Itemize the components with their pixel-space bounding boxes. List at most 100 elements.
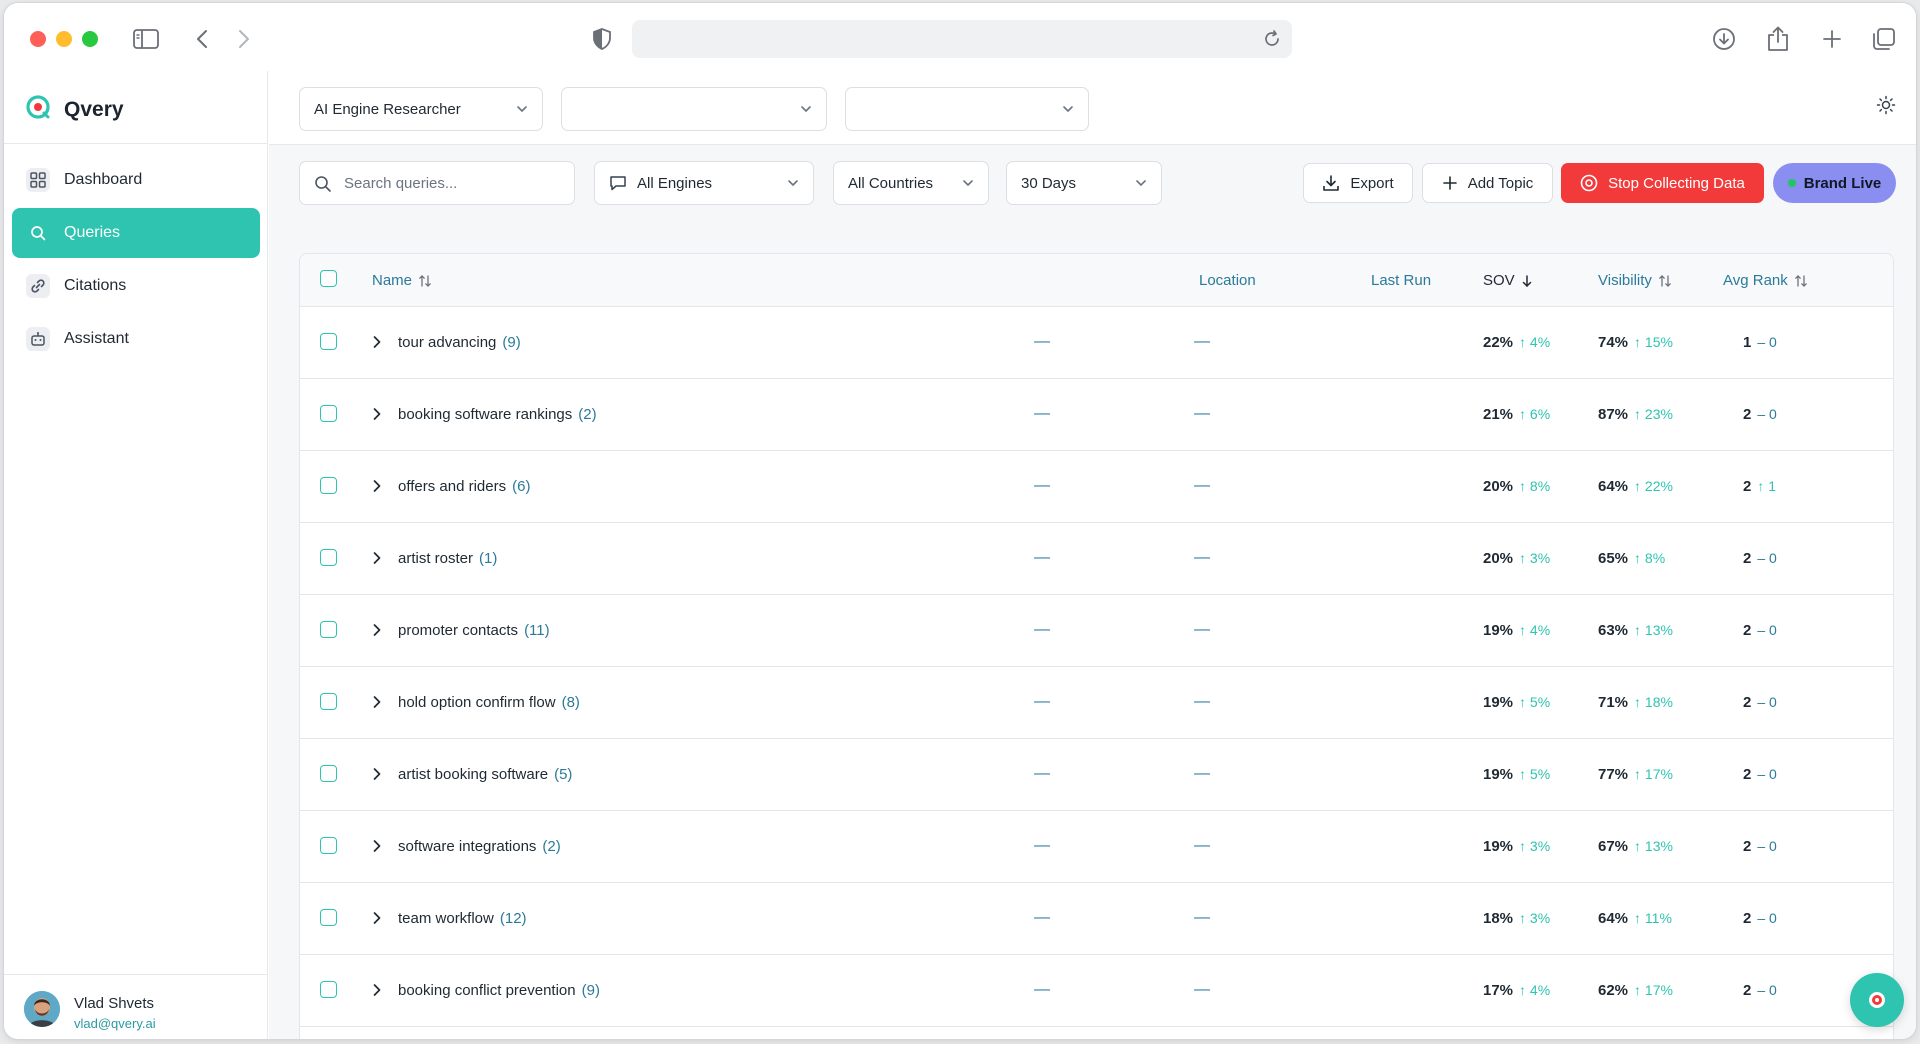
- chevron-right-icon[interactable]: [372, 911, 382, 930]
- address-bar[interactable]: [632, 20, 1292, 58]
- engine-filter-select[interactable]: All Engines: [594, 161, 814, 205]
- table-row[interactable]: hold option confirm flow (8) — — 19% ↑ 5% …: [300, 667, 1893, 739]
- row-checkbox[interactable]: [320, 765, 337, 782]
- sov-percent: 20%: [1483, 550, 1514, 567]
- query-name[interactable]: artist roster (1): [398, 550, 497, 567]
- add-topic-button[interactable]: Add Topic: [1422, 163, 1553, 203]
- sov-value: 19% ↑ 4%: [1483, 622, 1550, 639]
- sidebar-toggle-icon[interactable]: [130, 23, 162, 55]
- project-select[interactable]: AI Engine Researcher: [299, 87, 543, 131]
- row-checkbox[interactable]: [320, 477, 337, 494]
- user-profile[interactable]: Vlad Shvets vlad@qvery.ai: [4, 974, 268, 1039]
- row-checkbox[interactable]: [320, 621, 337, 638]
- row-checkbox[interactable]: [320, 549, 337, 566]
- query-name[interactable]: promoter contacts (11): [398, 622, 550, 639]
- sidebar-item-citations[interactable]: Citations: [12, 261, 260, 311]
- table-row[interactable]: artist roster (1) — — 20% ↑ 3% 65% ↑ 8% 2 – …: [300, 523, 1893, 595]
- row-checkbox[interactable]: [320, 333, 337, 350]
- visibility-percent: 77%: [1598, 766, 1629, 783]
- shield-icon[interactable]: [590, 23, 614, 55]
- row-checkbox[interactable]: [320, 405, 337, 422]
- visibility-value: 64% ↑ 11%: [1598, 910, 1672, 927]
- search-icon: [315, 176, 331, 192]
- table-row[interactable]: booking software rankings (2) — — 21% ↑ 6%…: [300, 379, 1893, 451]
- column-header-location[interactable]: Location: [1199, 272, 1256, 289]
- back-arrow-icon[interactable]: [190, 23, 214, 55]
- column-header-visibility[interactable]: Visibility: [1598, 272, 1672, 289]
- share-icon[interactable]: [1764, 23, 1792, 55]
- chevron-right-icon[interactable]: [372, 623, 382, 642]
- visibility-percent: 65%: [1598, 550, 1629, 567]
- minimize-window-button[interactable]: [56, 31, 72, 47]
- column-header-last-run[interactable]: Last Run: [1371, 272, 1431, 289]
- stop-collecting-button[interactable]: Stop Collecting Data: [1561, 163, 1764, 203]
- country-filter-select[interactable]: All Countries: [833, 161, 989, 205]
- download-icon[interactable]: [1710, 23, 1738, 55]
- brand[interactable]: Qvery: [26, 95, 124, 124]
- table-row[interactable]: team workflow (12) — — 18% ↑ 3% 64% ↑ 11% 2…: [300, 883, 1893, 955]
- table-row[interactable]: booking conflict prevention (9) — — 17% ↑ …: [300, 955, 1893, 1027]
- column-header-avg-rank[interactable]: Avg Rank: [1723, 272, 1808, 289]
- help-chat-button[interactable]: [1850, 973, 1904, 1027]
- chevron-right-icon[interactable]: [372, 407, 382, 426]
- query-name[interactable]: offers and riders (6): [398, 478, 530, 495]
- chevron-right-icon[interactable]: [372, 839, 382, 858]
- visibility-value: 65% ↑ 8%: [1598, 550, 1665, 567]
- chevron-right-icon[interactable]: [372, 551, 382, 570]
- query-name[interactable]: tour advancing (9): [398, 334, 521, 351]
- table-row[interactable]: offers and riders (6) — — 20% ↑ 8% 64% ↑ 22…: [300, 451, 1893, 523]
- date-range-select[interactable]: 30 Days: [1006, 161, 1162, 205]
- download-icon: [1323, 175, 1340, 191]
- table-row[interactable]: tour advancing (9) — — 22% ↑ 4% 74% ↑ 15% 1…: [300, 307, 1893, 379]
- query-name[interactable]: booking conflict prevention (9): [398, 982, 600, 999]
- query-name-text: team workflow: [398, 910, 494, 927]
- brand-live-button[interactable]: Brand Live: [1773, 163, 1896, 203]
- theme-toggle-icon[interactable]: [1876, 95, 1896, 120]
- sidebar-item-dashboard[interactable]: Dashboard: [12, 155, 260, 205]
- new-tab-icon[interactable]: [1818, 23, 1846, 55]
- query-count: (5): [554, 766, 573, 783]
- query-name[interactable]: team workflow (12): [398, 910, 527, 927]
- stop-target-icon: [1580, 174, 1598, 192]
- row-checkbox[interactable]: [320, 837, 337, 854]
- workspace-select[interactable]: [845, 87, 1089, 131]
- forward-arrow-icon[interactable]: [232, 23, 256, 55]
- column-header-label: Avg Rank: [1723, 272, 1788, 289]
- sidebar-item-queries[interactable]: Queries: [12, 208, 260, 258]
- chevron-right-icon[interactable]: [372, 335, 382, 354]
- export-button[interactable]: Export: [1303, 163, 1413, 203]
- column-header-name[interactable]: Name: [372, 272, 432, 289]
- chevron-right-icon[interactable]: [372, 983, 382, 1002]
- query-name[interactable]: booking software rankings (2): [398, 406, 597, 423]
- chevron-right-icon[interactable]: [372, 695, 382, 714]
- table-row[interactable]: artist booking software (5) — — 19% ↑ 5% 7…: [300, 739, 1893, 811]
- column-header-sov[interactable]: SOV: [1483, 272, 1533, 289]
- maximize-window-button[interactable]: [82, 31, 98, 47]
- query-name[interactable]: hold option confirm flow (8): [398, 694, 580, 711]
- query-name[interactable]: software integrations (2): [398, 838, 561, 855]
- brand-select[interactable]: [561, 87, 827, 131]
- query-count: (9): [502, 334, 521, 351]
- row-checkbox[interactable]: [320, 693, 337, 710]
- last-run-value: —: [1194, 693, 1210, 710]
- sort-icon: [1794, 274, 1807, 287]
- sidebar-nav: Dashboard Queries Citations Assistant: [12, 155, 260, 367]
- table-row[interactable]: promoter contacts (11) — — 19% ↑ 4% 63% ↑ 1…: [300, 595, 1893, 667]
- top-bar: AI Engine Researcher: [269, 71, 1916, 145]
- query-name[interactable]: artist booking software (5): [398, 766, 572, 783]
- reload-icon[interactable]: [1262, 29, 1282, 54]
- row-checkbox[interactable]: [320, 981, 337, 998]
- table-row[interactable]: software integrations (2) — — 19% ↑ 3% 67%…: [300, 811, 1893, 883]
- avg-rank-delta: – 0: [1757, 550, 1777, 566]
- row-checkbox[interactable]: [320, 909, 337, 926]
- close-window-button[interactable]: [30, 31, 46, 47]
- last-run-value: —: [1194, 909, 1210, 926]
- chevron-right-icon[interactable]: [372, 479, 382, 498]
- avatar[interactable]: [24, 991, 60, 1027]
- select-all-checkbox[interactable]: [320, 270, 337, 287]
- browser-window: Qvery Dashboard Queries Citations Assist…: [4, 3, 1916, 1039]
- chevron-right-icon[interactable]: [372, 767, 382, 786]
- search-input[interactable]: [344, 162, 568, 204]
- sidebar-item-assistant[interactable]: Assistant: [12, 314, 260, 364]
- tabs-overview-icon[interactable]: [1870, 23, 1898, 55]
